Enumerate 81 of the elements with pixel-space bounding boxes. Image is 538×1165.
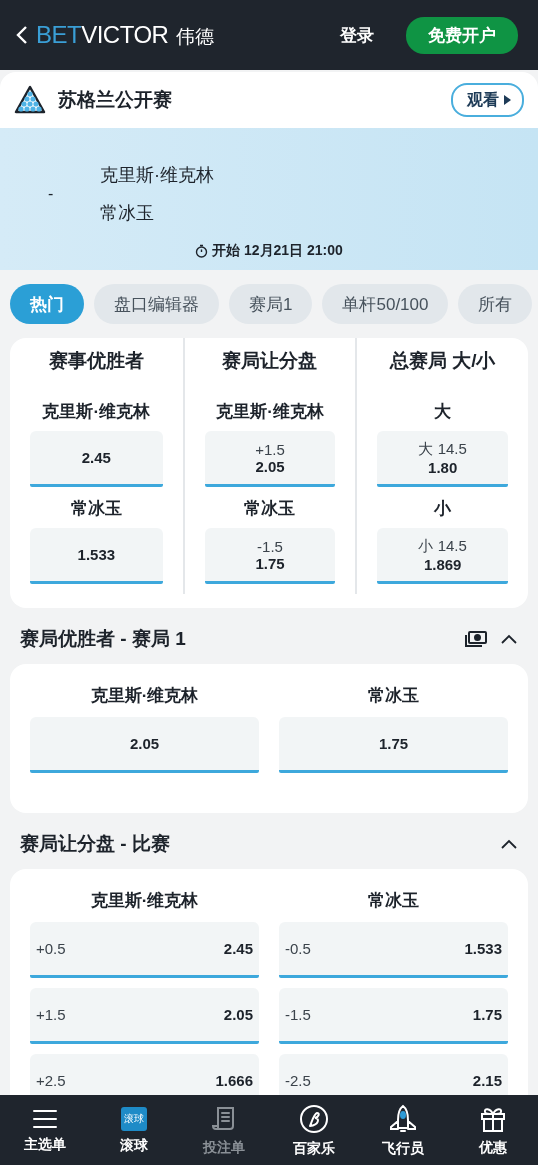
- odds-button[interactable]: +1.5 2.05: [30, 988, 259, 1044]
- nav-item[interactable]: 飞行员: [368, 1102, 439, 1159]
- section-title: 赛局让分盘 - 比赛: [20, 832, 171, 856]
- brand-logo: BETVICTOR 伟德: [36, 20, 214, 50]
- event-title: 苏格兰公开赛: [58, 88, 173, 112]
- odds-value: 2.45: [81, 449, 111, 466]
- odds-value: 2.45: [223, 940, 253, 957]
- selection-name: 小: [434, 498, 452, 520]
- odds-button[interactable]: +2.5 1.666: [30, 1054, 259, 1095]
- odds-value: 2.05: [255, 457, 285, 475]
- selection-name: 常冰玉: [244, 498, 296, 520]
- odds-button[interactable]: 1.533: [30, 528, 163, 584]
- odds-value: 1.75: [378, 735, 409, 752]
- odds-value: 1.80: [428, 458, 458, 476]
- odds-button[interactable]: -2.5 2.15: [279, 1054, 508, 1095]
- chevron-up-icon[interactable]: [500, 633, 518, 645]
- odds-value: 1.75: [255, 554, 285, 572]
- handicap-line: -2.5: [285, 1072, 311, 1089]
- odds-button[interactable]: 2.05: [30, 717, 259, 773]
- handicap-line: 大 14.5: [418, 439, 467, 459]
- odds-value: 2.05: [223, 1006, 253, 1023]
- nav-item[interactable]: 主选单: [9, 1106, 80, 1155]
- coin-icon: [298, 1103, 329, 1134]
- nav-item[interactable]: 优惠: [458, 1103, 529, 1158]
- register-button[interactable]: 免费开户: [406, 16, 518, 54]
- market-tab[interactable]: 盘口编辑器: [94, 284, 219, 324]
- score-separator: -: [48, 185, 55, 203]
- odds-button[interactable]: -1.5 1.75: [204, 528, 336, 584]
- odds-value: 1.75: [472, 1006, 502, 1023]
- live-badge: 滚球: [121, 1106, 148, 1131]
- market-title: 赛事优胜者: [48, 349, 144, 373]
- selection-name: 大: [434, 401, 452, 423]
- player-name: 克里斯·维克林: [100, 164, 214, 187]
- chevron-up-icon[interactable]: [500, 838, 518, 850]
- odds-button[interactable]: 大 14.5 1.80: [377, 431, 508, 487]
- selection-name: 常冰玉: [367, 890, 420, 912]
- nav-item[interactable]: 百家乐: [278, 1102, 349, 1159]
- receipt-icon: [212, 1104, 237, 1133]
- play-icon: [503, 94, 512, 106]
- odds-button[interactable]: +1.5 2.05: [204, 431, 336, 487]
- odds-value: 2.15: [472, 1072, 502, 1089]
- section-title: 赛局优胜者 - 赛局 1: [20, 627, 187, 651]
- odds-button[interactable]: -1.5 1.75: [279, 988, 508, 1044]
- odds-button[interactable]: 小 14.5 1.869: [377, 528, 508, 584]
- start-time: 开始 12月21日 21:00: [212, 242, 343, 260]
- snooker-triangle-icon: [14, 85, 46, 115]
- handicap-line: 小 14.5: [418, 536, 467, 556]
- market-title: 总赛局 大/小: [389, 349, 496, 373]
- handicap-line: +2.5: [36, 1072, 66, 1089]
- handicap-line: -1.5: [257, 537, 283, 555]
- selection-name: 常冰玉: [70, 498, 122, 520]
- player-name: 常冰玉: [100, 202, 155, 225]
- handicap-line: +1.5: [255, 440, 285, 458]
- market-tab[interactable]: 单杆50/100: [322, 284, 449, 324]
- watch-button[interactable]: 观看: [451, 83, 524, 117]
- nav-item[interactable]: 滚球 滚球: [99, 1105, 170, 1156]
- odds-button[interactable]: +0.5 2.45: [30, 922, 259, 978]
- market-tab[interactable]: 赛局1: [229, 284, 313, 324]
- selection-name: 克里斯·维克林: [89, 890, 200, 912]
- handicap-line: -0.5: [285, 940, 311, 957]
- stopwatch-icon: [195, 244, 209, 258]
- odds-value: 1.533: [464, 940, 502, 957]
- selection-name: 克里斯·维克林: [216, 401, 324, 423]
- odds-button[interactable]: 2.45: [30, 431, 163, 487]
- odds-value: 1.533: [77, 546, 116, 563]
- login-link[interactable]: 登录: [340, 23, 374, 47]
- odds-value: 1.869: [423, 555, 462, 573]
- selection-name: 常冰玉: [367, 685, 420, 707]
- odds-button[interactable]: -0.5 1.533: [279, 922, 508, 978]
- market-title: 赛局让分盘: [222, 349, 318, 373]
- odds-value: 2.05: [129, 735, 160, 752]
- back-icon[interactable]: [16, 25, 28, 45]
- selection-name: 克里斯·维克林: [89, 685, 200, 707]
- handicap-line: +0.5: [36, 940, 66, 957]
- odds-button[interactable]: 1.75: [279, 717, 508, 773]
- market-tab[interactable]: 所有: [458, 284, 533, 324]
- odds-value: 1.666: [215, 1072, 253, 1089]
- selection-name: 克里斯·维克林: [42, 401, 151, 423]
- handicap-line: +1.5: [36, 1006, 66, 1023]
- menu-icon: [31, 1107, 58, 1130]
- handicap-line: -1.5: [285, 1006, 311, 1023]
